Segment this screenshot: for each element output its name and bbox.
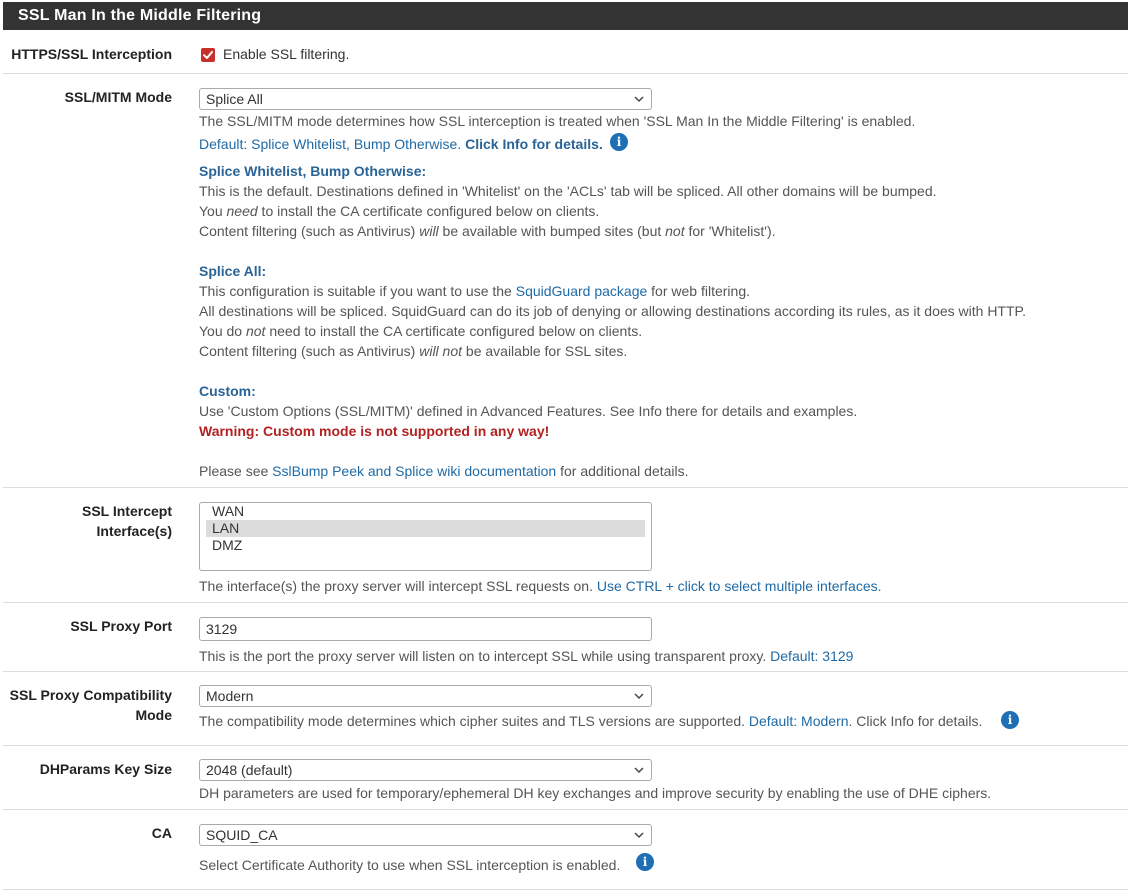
text: for additional details. [556, 463, 689, 479]
splice-all-line1: This configuration is suitable if you wa… [199, 281, 750, 301]
row-compat-mode: SSL Proxy Compatibility Mode [3, 672, 1128, 746]
ca-label: CA [151, 825, 172, 841]
ctrl-click-hint: Use CTRL + click to select multiple inte… [596, 578, 882, 594]
splice-all-line2: All destinations will be spliced. SquidG… [199, 303, 1026, 319]
custom-heading: Custom: [199, 383, 256, 399]
ca-help: Select Certificate Authority to use when… [199, 857, 621, 873]
splice-all-line4: Content filtering (such as Antivirus) wi… [199, 341, 627, 361]
chevron-down-icon [634, 832, 644, 839]
text: The compatibility mode determines which … [199, 713, 749, 729]
custom-warning: Warning: Custom mode is not supported in… [199, 423, 550, 439]
text: for 'Whitelist'). [684, 223, 776, 239]
info-icon[interactable]: i [636, 853, 654, 871]
dhparams-label: DHParams Key Size [39, 761, 172, 777]
info-icon[interactable]: i [610, 133, 628, 151]
splice-whitelist-line1: This is the default. Destinations define… [199, 183, 937, 199]
enable-ssl-filtering-checkbox[interactable] [201, 48, 215, 62]
intercept-interfaces-listbox[interactable]: WAN LAN DMZ [199, 502, 652, 571]
interface-option-lan[interactable]: LAN [206, 520, 645, 537]
text: . Click Info for details. [848, 713, 983, 729]
emphasis: will [419, 223, 439, 239]
default-text: Default: Splice Whitelist, Bump Otherwis… [199, 136, 462, 152]
text: This is the port the proxy server will l… [199, 648, 771, 664]
compat-mode-select[interactable]: Modern [199, 685, 652, 707]
squidguard-package-link[interactable]: SquidGuard package [516, 283, 648, 299]
proxy-port-input[interactable]: 3129 [199, 617, 652, 641]
compat-mode-label-line2: Mode [135, 707, 172, 723]
chevron-down-icon [634, 767, 644, 774]
ssl-mitm-mode-default: Default: Splice Whitelist, Bump Otherwis… [199, 134, 603, 154]
text: need to install the CA certificate confi… [265, 323, 643, 339]
ssl-mitm-mode-help: The SSL/MITM mode determines how SSL int… [199, 113, 916, 129]
proxy-port-help: This is the port the proxy server will l… [199, 646, 853, 666]
text: be available for SSL sites. [462, 343, 628, 359]
dhparams-help: DH parameters are used for temporary/eph… [199, 785, 992, 801]
compat-mode-label-line1: SSL Proxy Compatibility [9, 687, 172, 703]
interface-option-dmz[interactable]: DMZ [206, 537, 645, 554]
row-https-interception: HTTPS/SSL Interception [3, 30, 1128, 74]
proxy-port-label: SSL Proxy Port [70, 618, 172, 634]
splice-all-line3: You do not need to install the CA certif… [199, 321, 642, 341]
dhparams-value: 2048 (default) [206, 762, 293, 778]
sslbump-wiki-link[interactable]: SslBump Peek and Splice wiki documentati… [272, 463, 556, 479]
compat-mode-default: Default: Modern [748, 713, 849, 729]
intercept-interfaces-help: The interface(s) the proxy server will i… [199, 576, 882, 596]
text: You do [199, 323, 246, 339]
splice-all-heading: Splice All: [199, 263, 267, 279]
text: Content filtering (such as Antivirus) [199, 223, 420, 239]
panel-heading: SSL Man In the Middle Filtering [3, 2, 1128, 30]
ssl-mitm-mode-value: Splice All [206, 91, 263, 107]
text: You [199, 203, 227, 219]
enable-ssl-filtering-label[interactable]: Enable SSL filtering. [223, 44, 349, 64]
splice-whitelist-line2: You need to install the CA certificate c… [199, 201, 599, 221]
text: This configuration is suitable if you wa… [199, 283, 516, 299]
text: for web filtering. [647, 283, 750, 299]
ssl-mitm-mode-label: SSL/MITM Mode [64, 89, 172, 105]
check-icon [203, 51, 213, 59]
splice-whitelist-heading: Splice Whitelist, Bump Otherwise: [199, 163, 427, 179]
panel-title: SSL Man In the Middle Filtering [18, 7, 262, 24]
info-icon[interactable]: i [1001, 711, 1019, 729]
text: be available with bumped sites (but [438, 223, 666, 239]
ssl-mitm-mode-select[interactable]: Splice All [199, 88, 652, 110]
text: The interface(s) the proxy server will i… [199, 578, 597, 594]
intercept-interfaces-label: SSL Intercept Interface(s) [82, 503, 172, 539]
text: to install the CA certificate configured… [257, 203, 600, 219]
compat-mode-value: Modern [206, 688, 254, 704]
row-ca: CA [3, 810, 1128, 890]
emphasis: need [226, 203, 258, 219]
ca-select[interactable]: SQUID_CA [199, 824, 652, 846]
emphasis: will not [419, 343, 463, 359]
emphasis: not [665, 223, 685, 239]
chevron-down-icon [634, 96, 644, 103]
proxy-port-default: Default: 3129 [770, 648, 854, 664]
dhparams-select[interactable]: 2048 (default) [199, 759, 652, 781]
compat-mode-help: The compatibility mode determines which … [199, 711, 982, 731]
ca-value: SQUID_CA [206, 827, 278, 843]
emphasis: not [245, 323, 266, 339]
click-info-text: Click Info for details. [465, 136, 603, 152]
text: Please see [199, 463, 273, 479]
text: Content filtering (such as Antivirus) [199, 343, 420, 359]
sslbump-footer: Please see SslBump Peek and Splice wiki … [199, 461, 689, 481]
interface-option-wan[interactable]: WAN [206, 503, 645, 520]
chevron-down-icon [634, 693, 644, 700]
https-interception-label: HTTPS/SSL Interception [11, 46, 172, 62]
custom-line1: Use 'Custom Options (SSL/MITM)' defined … [199, 403, 858, 419]
splice-whitelist-line3: Content filtering (such as Antivirus) wi… [199, 221, 776, 241]
